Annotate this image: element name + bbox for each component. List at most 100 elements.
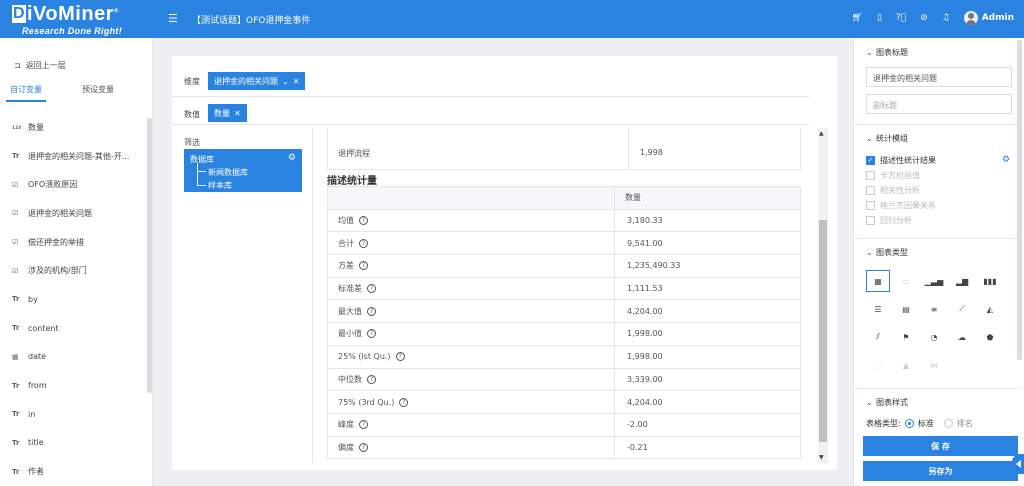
- compass-icon[interactable]: ⊘: [920, 13, 928, 23]
- hbar-group-icon[interactable]: ≡: [922, 298, 946, 320]
- section-chart-title[interactable]: ⌄ 图表标题: [866, 47, 908, 58]
- table-row: 方差? 1,235,490.33: [327, 254, 801, 278]
- back-icon: ⊐: [14, 61, 21, 70]
- list-item[interactable]: Tr title: [0, 429, 146, 458]
- table-row: 峰度? -2.00: [327, 412, 801, 437]
- list-item[interactable]: Tr from: [0, 371, 146, 400]
- document-icon[interactable]: ▯: [877, 13, 882, 23]
- sidebar-scrollbar[interactable]: [147, 118, 152, 393]
- chevron-down-icon[interactable]: ⌄: [282, 77, 289, 86]
- cart-icon[interactable]: 🛒︎: [852, 13, 863, 23]
- help-icon[interactable]: ?: [367, 284, 376, 294]
- line-chart-icon[interactable]: ⟋: [950, 298, 974, 320]
- list-item[interactable]: ☑ 退押金的相关问题: [0, 199, 146, 228]
- scroll-down-icon[interactable]: ▼: [819, 454, 824, 461]
- list-item[interactable]: Tr 退押金的相关问题-其他-开...: [0, 142, 146, 171]
- help-icon[interactable]: ?: [367, 374, 376, 384]
- list-item[interactable]: ₁₂₃ 数量: [0, 113, 146, 142]
- tab-preset-variables[interactable]: 预设变量: [82, 84, 114, 95]
- chart-title-input[interactable]: 退押金的相关问题: [866, 67, 1012, 87]
- list-item[interactable]: Tr by: [0, 285, 146, 314]
- module-option[interactable]: 格兰杰因果关系: [866, 200, 936, 211]
- help-icon[interactable]: ?: [399, 397, 409, 407]
- collapse-panel-icon[interactable]: [1012, 454, 1024, 474]
- menu-toggle-icon[interactable]: ☰: [168, 12, 178, 25]
- user-menu[interactable]: Admin: [963, 11, 1014, 25]
- pivot-table-icon[interactable]: ▭: [894, 270, 918, 292]
- help-icon[interactable]: ?: [367, 306, 376, 316]
- close-icon[interactable]: ✕: [234, 109, 241, 118]
- table-row: 最大值? 4,204.00: [327, 299, 801, 324]
- descriptive-stats-table: 数量 均值? 3,180.33 合计? 9,541.00 方差? 1,235,490.…: [327, 186, 801, 460]
- settings-scrollbar[interactable]: [1017, 40, 1022, 360]
- list-item[interactable]: Tr in: [0, 400, 146, 429]
- list-item[interactable]: ☑ 偿还押金的举措: [0, 228, 146, 257]
- cloud-chart-icon[interactable]: ☁: [950, 326, 974, 348]
- gear-icon[interactable]: ⚙: [1002, 155, 1010, 165]
- scatter-chart-icon[interactable]: ⋰: [866, 354, 890, 376]
- save-as-button[interactable]: 另存为: [863, 461, 1018, 481]
- flag-chart-icon[interactable]: ⚑: [894, 326, 918, 348]
- bell-icon[interactable]: ♫: [942, 13, 950, 23]
- back-button[interactable]: ⊐ 返回上一层: [14, 60, 66, 71]
- grouped-bar-icon[interactable]: ▮▮▮: [978, 270, 1002, 292]
- table-type-label: 表格类型:: [866, 419, 901, 428]
- help-icon[interactable]: ?: [367, 329, 376, 339]
- gear-icon[interactable]: ⚙: [288, 153, 296, 163]
- help-icon[interactable]: ?: [359, 420, 368, 430]
- module-option[interactable]: 回归分析: [866, 215, 912, 226]
- list-item[interactable]: ☑ OFO溃败原因: [0, 170, 146, 199]
- help-icon[interactable]: ?: [359, 261, 368, 271]
- list-item[interactable]: Tr content: [0, 314, 146, 343]
- help-icon[interactable]: ?: [359, 442, 368, 452]
- close-icon[interactable]: ✕: [293, 77, 300, 86]
- sankey-chart-icon[interactable]: ⋈: [922, 354, 946, 376]
- filter-item[interactable]: 样本库: [208, 180, 232, 191]
- text-type-icon: Tr: [12, 324, 20, 333]
- divider: [172, 124, 809, 125]
- filter-tree[interactable]: 数据库 ⚙ 新闻数据库 样本库: [184, 149, 302, 192]
- numeric-icon: ₁₂₃: [12, 123, 22, 132]
- settings-panel: ⌄ 图表标题 退押金的相关问题 副标题 ⌄ 统计模组 ✓ 描述性统计结果 ⚙ 卡方检验…: [853, 38, 1024, 486]
- stacked-horizontal-bar-icon[interactable]: ▤: [894, 298, 918, 320]
- value-chip[interactable]: 数量 ✕: [208, 104, 247, 122]
- subtitle-input[interactable]: 副标题: [866, 94, 1012, 114]
- section-stat-modules[interactable]: ⌄ 统计模组: [866, 133, 908, 144]
- bar-line-icon[interactable]: ⫽: [866, 326, 890, 348]
- help-icon[interactable]: ?⃝: [896, 13, 906, 23]
- radio-standard[interactable]: [904, 419, 914, 428]
- help-icon[interactable]: ?: [395, 352, 405, 362]
- calendar-icon: ▦: [12, 352, 19, 361]
- list-item[interactable]: Tr 作者: [0, 457, 146, 486]
- avatar: [963, 11, 978, 25]
- bar-chart-icon[interactable]: ▁▃▅: [922, 270, 946, 292]
- divider: [312, 128, 313, 463]
- dimension-chip[interactable]: 退押金的相关问题 ⌄ ✕: [208, 72, 306, 90]
- radar-chart-icon[interactable]: ⬟: [978, 326, 1002, 348]
- section-chart-style[interactable]: ⌄ 图表样式: [866, 397, 908, 408]
- area-chart-icon[interactable]: ◭: [978, 298, 1002, 320]
- pie-chart-icon[interactable]: ◔: [922, 326, 946, 348]
- text-type-icon: Tr: [12, 381, 20, 390]
- module-option[interactable]: 相关性分析: [866, 185, 920, 196]
- list-item[interactable]: ▦ date: [0, 343, 146, 372]
- tab-custom-variables[interactable]: 自订变量: [10, 84, 42, 95]
- list-item[interactable]: ☑ 涉及的机构/部门: [0, 256, 146, 285]
- logo[interactable]: DiVoMiner® Research Done Right!: [0, 0, 153, 38]
- radio-ranking[interactable]: [943, 419, 953, 428]
- scroll-up-icon[interactable]: ▲: [819, 130, 824, 137]
- filter-item[interactable]: 新闻数据库: [208, 167, 248, 178]
- pyramid-chart-icon[interactable]: ▲: [894, 354, 918, 376]
- save-button[interactable]: 保 存: [863, 436, 1018, 456]
- module-option[interactable]: ✓ 描述性统计结果: [866, 155, 936, 166]
- table-chart-icon[interactable]: ▦: [866, 270, 890, 292]
- logo-wordmark: DiVoMiner®: [12, 3, 119, 25]
- variable-tabs: 自订变量 预设变量: [0, 80, 153, 102]
- stacked-bar-icon[interactable]: ▂▆: [950, 270, 974, 292]
- help-icon[interactable]: ?: [359, 216, 368, 226]
- horizontal-bar-icon[interactable]: ☰: [866, 298, 890, 320]
- help-icon[interactable]: ?: [359, 238, 368, 248]
- scrollbar-thumb[interactable]: [819, 220, 827, 442]
- section-chart-type[interactable]: ⌄ 图表类型: [866, 247, 908, 258]
- module-option[interactable]: 卡方检验值: [866, 170, 920, 181]
